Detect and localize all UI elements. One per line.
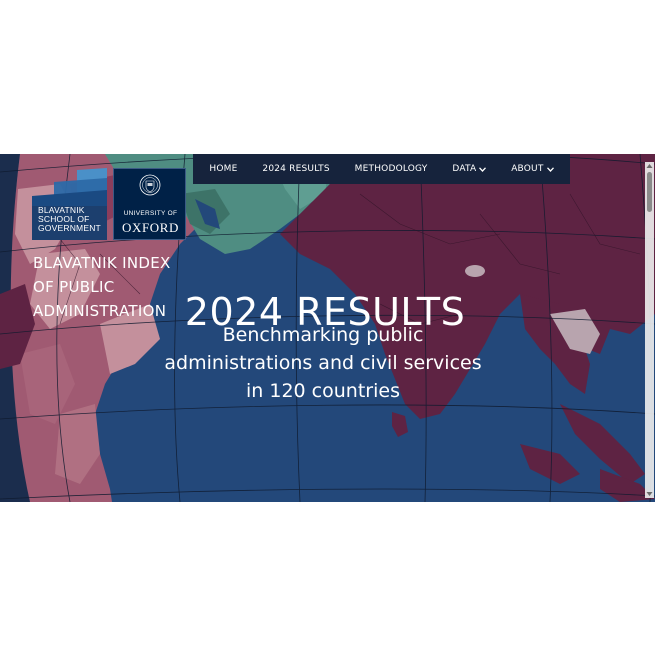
oxford-logo-name: OXFORD: [121, 220, 180, 235]
chevron-down-icon: [479, 166, 487, 172]
nav-data-label: DATA: [452, 164, 477, 174]
nav-home-label: HOME: [209, 164, 238, 174]
main-navigation: HOME 2024 RESULTS METHODOLOGY DATA ABOUT: [193, 154, 570, 184]
scroll-down-arrow-icon[interactable]: [646, 491, 653, 497]
logo-line: GOVERNMENT: [38, 223, 101, 233]
nav-data[interactable]: DATA: [452, 164, 487, 174]
nav-2024-results-label: 2024 RESULTS: [262, 164, 330, 174]
nav-2024-results[interactable]: 2024 RESULTS: [262, 164, 329, 174]
page-scrollbar[interactable]: [645, 162, 654, 498]
nav-about-label: ABOUT: [511, 164, 544, 174]
page-subtitle: Benchmarking public administrations and …: [150, 321, 496, 405]
oxford-logo-university-of: UNIVERSITY OF: [123, 210, 178, 217]
nav-about[interactable]: ABOUT: [511, 164, 554, 174]
hero-banner: BLAVATNIK SCHOOL OF GOVERNMENT UNIVERSIT…: [0, 154, 655, 502]
scrollbar-thumb[interactable]: [647, 172, 652, 212]
nav-methodology[interactable]: METHODOLOGY: [355, 164, 428, 174]
oxford-crest-icon: [139, 174, 161, 196]
blavatnik-school-logo-text: BLAVATNIK SCHOOL OF GOVERNMENT: [38, 206, 108, 233]
index-title-line: BLAVATNIK INDEX: [33, 254, 171, 272]
subtitle-line: Benchmarking public: [222, 324, 424, 346]
nav-methodology-label: METHODOLOGY: [354, 164, 428, 174]
chevron-down-icon: [546, 166, 554, 172]
nav-home[interactable]: HOME: [209, 164, 237, 174]
scroll-up-arrow-icon[interactable]: [646, 163, 653, 169]
oxford-university-logo[interactable]: UNIVERSITY OF OXFORD: [113, 168, 186, 240]
subtitle-line: in 120 countries: [246, 380, 400, 402]
subtitle-line: administrations and civil services: [164, 352, 482, 374]
